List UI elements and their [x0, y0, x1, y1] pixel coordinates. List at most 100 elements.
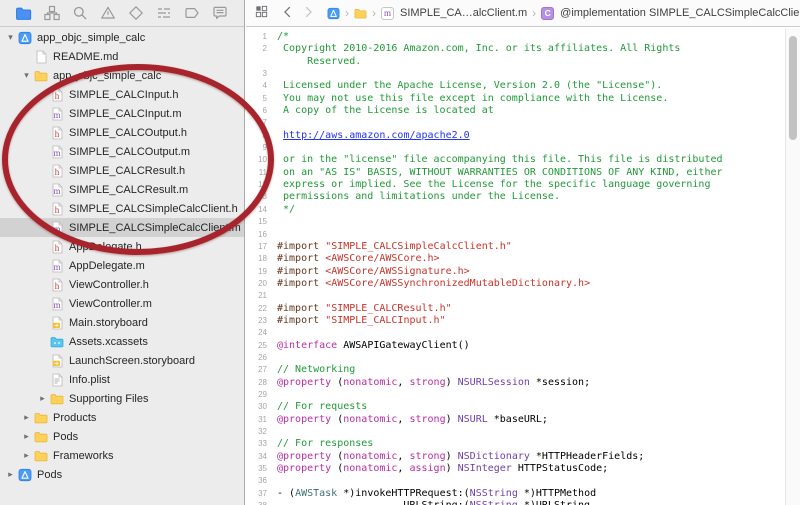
code-line: 17#import "SIMPLE_CALCSimpleCalcClient.h… [246, 241, 785, 253]
header-file-icon: h [50, 240, 64, 254]
disclosure-triangle[interactable]: ▸ [20, 408, 33, 427]
project-file-icon [18, 468, 32, 482]
tree-row[interactable]: m SIMPLE_CALCOutput.m [0, 142, 244, 161]
file-label: SIMPLE_CALCOutput.h [69, 127, 187, 139]
code-line: 7 [246, 117, 785, 129]
disclosure-triangle[interactable]: ▸ [20, 427, 33, 446]
disclosure-triangle[interactable]: ▾ [20, 66, 33, 85]
tree-row[interactable]: ▸ Pods [0, 465, 244, 484]
folder-icon [34, 449, 48, 463]
code-line: 23#import "SIMPLE_CALCInput.h" [246, 315, 785, 327]
code-line: 26 [246, 352, 785, 364]
jump-bar: › › m SIMPLE_CA…alcClient.m › C @impleme… [246, 0, 800, 27]
issue-navigator-icon[interactable] [99, 5, 116, 22]
code-line: 36 [246, 475, 785, 487]
report-navigator-icon[interactable] [212, 5, 229, 22]
file-tree: ▾ app_objc_simple_calc README.md ▾ app_o… [0, 28, 244, 505]
code-line: 22#import "SIMPLE_CALCResult.h" [246, 303, 785, 315]
back-button[interactable] [281, 5, 295, 22]
disclosure-triangle[interactable]: ▾ [4, 28, 17, 47]
code-line: 3 [246, 68, 785, 80]
scrollbar[interactable] [785, 28, 800, 505]
code-line: 1/* [246, 31, 785, 43]
code-line: 29 [246, 389, 785, 401]
breadcrumb-file-icon[interactable]: m [381, 7, 394, 20]
file-label: Main.storyboard [69, 317, 148, 329]
breadcrumb-symbol-icon[interactable]: C [541, 7, 554, 20]
breadcrumb-project-icon[interactable] [327, 7, 340, 20]
svg-text:h: h [54, 167, 59, 177]
code-line: 25@interface AWSAPIGatewayClient() [246, 340, 785, 352]
tree-row[interactable]: m SIMPLE_CALCResult.m [0, 180, 244, 199]
code-line: 20#import <AWSCore/AWSSynchronizedMutabl… [246, 278, 785, 290]
implementation-file-icon: m [50, 259, 64, 273]
tree-row[interactable]: ▸ Supporting Files [0, 389, 244, 408]
code-line: 15 [246, 216, 785, 228]
implementation-file-icon: m [50, 107, 64, 121]
code-line: 33// For responses [246, 438, 785, 450]
symbol-navigator-icon[interactable] [43, 5, 60, 22]
tree-row[interactable]: h SIMPLE_CALCOutput.h [0, 123, 244, 142]
related-items-icon[interactable] [254, 4, 269, 22]
breadcrumb-separator: › [345, 6, 349, 20]
header-file-icon: h [50, 202, 64, 216]
project-navigator-icon[interactable] [15, 5, 32, 22]
code-line: 4 Licensed under the Apache License, Ver… [246, 80, 785, 92]
code-line: 12 express or implied. See the License f… [246, 179, 785, 191]
tree-row[interactable]: ▸ Products [0, 408, 244, 427]
code-line: 18#import <AWSCore/AWSCore.h> [246, 253, 785, 265]
tree-row[interactable]: ▾ app_objc_simple_calc [0, 66, 244, 85]
tree-row[interactable]: m SIMPLE_CALCInput.m [0, 104, 244, 123]
svg-text:h: h [54, 91, 59, 101]
tree-row[interactable]: ▸ Pods [0, 427, 244, 446]
tree-row[interactable]: README.md [0, 47, 244, 66]
tree-row[interactable]: h AppDelegate.h [0, 237, 244, 256]
file-label: SIMPLE_CALCInput.m [69, 108, 182, 120]
file-label: app_objc_simple_calc [37, 32, 145, 44]
tree-row[interactable]: h SIMPLE_CALCResult.h [0, 161, 244, 180]
disclosure-triangle[interactable]: ▸ [20, 446, 33, 465]
tree-row[interactable]: LaunchScreen.storyboard [0, 351, 244, 370]
file-label: ViewController.m [69, 298, 152, 310]
debug-navigator-icon[interactable] [156, 5, 173, 22]
breakpoint-navigator-icon[interactable] [184, 5, 201, 22]
project-navigator-sidebar: ▾ app_objc_simple_calc README.md ▾ app_o… [0, 0, 245, 505]
tree-row[interactable]: Assets.xcassets [0, 332, 244, 351]
implementation-file-icon: m [50, 221, 64, 235]
editor-pane: › › m SIMPLE_CA…alcClient.m › C @impleme… [246, 0, 800, 505]
file-label: LaunchScreen.storyboard [69, 355, 195, 367]
disclosure-triangle[interactable]: ▸ [4, 465, 17, 484]
code-line: 8 http://aws.amazon.com/apache2.0 [246, 130, 785, 142]
code-line: 27// Networking [246, 364, 785, 376]
tree-row[interactable]: Main.storyboard [0, 313, 244, 332]
file-label: Pods [53, 431, 78, 443]
forward-button[interactable] [301, 5, 315, 22]
document-icon [34, 50, 48, 64]
code-editor[interactable]: 1/*2 Copyright 2010-2016 Amazon.com, Inc… [246, 28, 785, 505]
tree-row[interactable]: ▾ app_objc_simple_calc [0, 28, 244, 47]
find-navigator-icon[interactable] [71, 5, 88, 22]
svg-text:m: m [53, 110, 60, 120]
breadcrumb-file-name[interactable]: SIMPLE_CA…alcClient.m [400, 7, 527, 19]
tree-row[interactable]: m AppDelegate.m [0, 256, 244, 275]
breadcrumb-group-icon[interactable] [354, 7, 367, 20]
tree-row[interactable]: ▸ Frameworks [0, 446, 244, 465]
xcode-window: ▾ app_objc_simple_calc README.md ▾ app_o… [0, 0, 800, 505]
tree-row[interactable]: h ViewController.h [0, 275, 244, 294]
folder-icon [34, 69, 48, 83]
svg-text:m: m [53, 224, 60, 234]
test-navigator-icon[interactable] [128, 5, 145, 22]
code-line: 10 or in the "license" file accompanying… [246, 154, 785, 166]
tree-row[interactable]: Info.plist [0, 370, 244, 389]
file-label: AppDelegate.h [69, 241, 142, 253]
scrollbar-thumb[interactable] [789, 36, 797, 140]
tree-row[interactable]: h SIMPLE_CALCSimpleCalcClient.h [0, 199, 244, 218]
tree-row[interactable]: m ViewController.m [0, 294, 244, 313]
tree-row[interactable]: m SIMPLE_CALCSimpleCalcClient.m [0, 218, 244, 237]
disclosure-triangle[interactable]: ▸ [36, 389, 49, 408]
svg-text:h: h [54, 243, 59, 253]
tree-row[interactable]: h SIMPLE_CALCInput.h [0, 85, 244, 104]
code-line: 2 Copyright 2010-2016 Amazon.com, Inc. o… [246, 43, 785, 55]
breadcrumb-symbol-name[interactable]: @implementation SIMPLE_CALCSimpleCalcCli… [560, 7, 800, 19]
implementation-file-icon: m [50, 145, 64, 159]
